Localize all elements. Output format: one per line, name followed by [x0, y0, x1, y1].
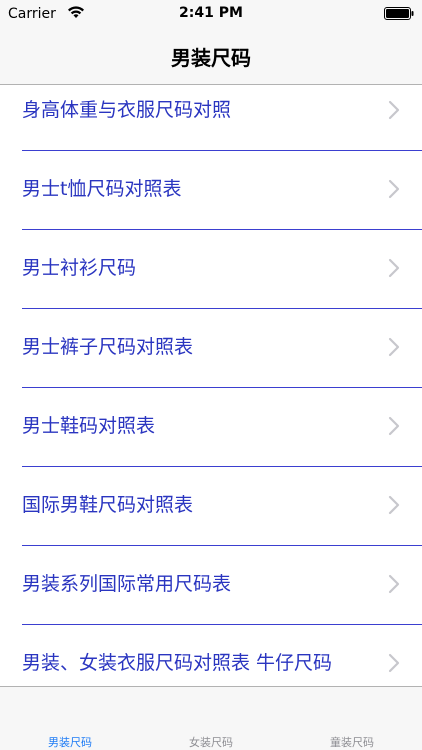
list-item-label: 男士衬衫尺码: [22, 257, 137, 279]
list-item[interactable]: 男士鞋码对照表: [0, 388, 422, 467]
list-item-label: 男士鞋码对照表: [22, 415, 156, 437]
list-item-label: 国际男鞋尺码对照表: [22, 494, 194, 516]
tab-bar: 男装尺码 女装尺码 童装尺码: [0, 686, 422, 750]
list-item[interactable]: 男士t恤尺码对照表: [0, 151, 422, 230]
list-item-label: 身高体重与衣服尺码对照: [22, 99, 232, 121]
status-bar: Carrier 2:41 PM: [0, 0, 422, 30]
chevron-right-icon: [388, 100, 400, 120]
chevron-right-icon: [388, 574, 400, 594]
tab-label: 童装尺码: [330, 736, 374, 749]
list-item-label: 男士裤子尺码对照表: [22, 336, 194, 358]
list-item[interactable]: 男装系列国际常用尺码表: [0, 546, 422, 625]
tab-mens-sizes[interactable]: 男装尺码: [0, 687, 140, 750]
size-chart-list: 身高体重与衣服尺码对照 男士t恤尺码对照表 男士衬衫尺码 男士裤子尺码对照表 男…: [0, 72, 422, 704]
tab-womens-sizes[interactable]: 女装尺码: [141, 687, 281, 750]
chevron-right-icon: [388, 495, 400, 515]
list-item-label: 男士t恤尺码对照表: [22, 178, 182, 200]
chevron-right-icon: [388, 653, 400, 673]
list-item-label: 男装、女装衣服尺码对照表 牛仔尺码: [22, 652, 333, 674]
list-item[interactable]: 男士裤子尺码对照表: [0, 309, 422, 388]
list-item-label: 男装系列国际常用尺码表: [22, 573, 232, 595]
chevron-right-icon: [388, 337, 400, 357]
chevron-right-icon: [388, 416, 400, 436]
tab-label: 男装尺码: [48, 736, 92, 749]
tab-kids-sizes[interactable]: 童装尺码: [282, 687, 422, 750]
list-item[interactable]: 男士衬衫尺码: [0, 230, 422, 309]
battery-icon: [384, 7, 414, 20]
chevron-right-icon: [388, 179, 400, 199]
list-item[interactable]: 国际男鞋尺码对照表: [0, 467, 422, 546]
page-title: 男装尺码: [171, 46, 251, 70]
list-item[interactable]: 身高体重与衣服尺码对照: [0, 72, 422, 151]
tab-label: 女装尺码: [189, 736, 233, 749]
chevron-right-icon: [388, 258, 400, 278]
status-time: 2:41 PM: [179, 5, 243, 21]
